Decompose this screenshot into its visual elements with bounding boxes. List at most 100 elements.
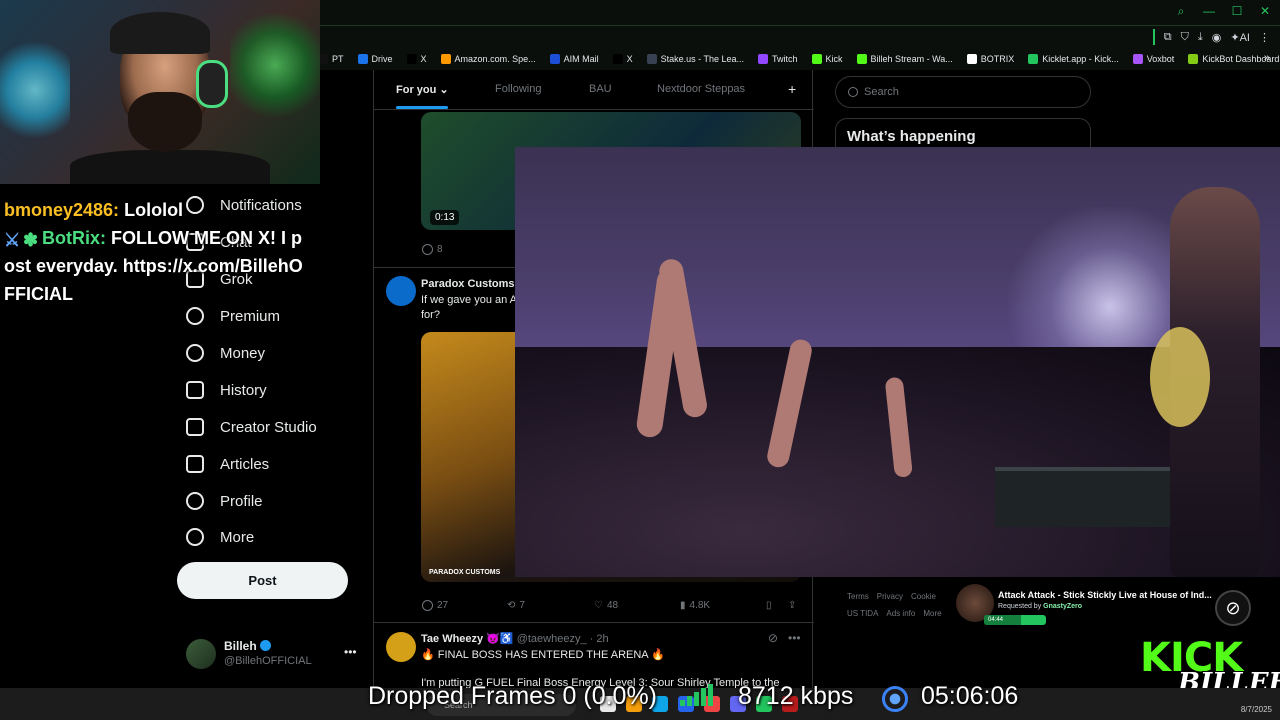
bookmark-item[interactable]: Drive bbox=[357, 54, 393, 64]
bookmark-item[interactable]: Amazon.com. Spe... bbox=[440, 54, 536, 64]
tab-for-you[interactable]: For you ⌄ bbox=[396, 83, 449, 96]
views-button[interactable]: ▮ 4.8K bbox=[680, 600, 710, 611]
bookmark-item[interactable]: AIM Mail bbox=[549, 54, 599, 64]
footer-link[interactable]: Terms bbox=[847, 592, 869, 601]
post-author[interactable]: Tae Wheezy bbox=[421, 633, 483, 645]
post-text-line: 🔥 FINAL BOSS HAS ENTERED THE ARENA 🔥 bbox=[421, 649, 665, 661]
repost-icon: ⟲ bbox=[507, 600, 516, 611]
post-author[interactable]: Paradox Customs bbox=[421, 278, 515, 290]
bot-badge-icon: ✽ bbox=[23, 230, 39, 250]
tab-bau[interactable]: BAU bbox=[589, 83, 612, 95]
bookmark-item[interactable]: Voxbot bbox=[1132, 54, 1174, 64]
now-playing-requester: Requested by GnastyZero bbox=[998, 603, 1082, 610]
reply-icon bbox=[422, 600, 433, 611]
nav-more[interactable]: More bbox=[186, 522, 254, 552]
search-placeholder: Search bbox=[864, 86, 899, 98]
extensions-icon[interactable]: ⧉ bbox=[1164, 31, 1172, 44]
reply-button[interactable]: 27 bbox=[422, 600, 448, 611]
post-handle[interactable]: @taewheezy_ bbox=[517, 633, 587, 645]
footer-link[interactable]: Privacy bbox=[877, 592, 903, 601]
avatar[interactable] bbox=[386, 276, 416, 306]
maximize-icon[interactable]: ☐ bbox=[1230, 4, 1244, 19]
tab-nextdoor-steppas[interactable]: Nextdoor Steppas bbox=[657, 83, 745, 95]
footer-link[interactable]: More bbox=[923, 609, 941, 618]
bookmark-item[interactable]: X bbox=[406, 54, 427, 64]
bookmark-item[interactable]: PT bbox=[318, 54, 344, 64]
more-dots-icon[interactable]: ••• bbox=[788, 631, 801, 645]
search-icon[interactable]: ⌕ bbox=[1174, 4, 1188, 19]
nav-profile[interactable]: Profile bbox=[186, 486, 263, 516]
nav-history[interactable]: History bbox=[186, 375, 267, 405]
chart-icon: ▮ bbox=[680, 600, 686, 611]
avatar bbox=[186, 639, 216, 669]
close-icon[interactable]: ✕ bbox=[1258, 4, 1272, 19]
bookmark-item[interactable]: Kicklet.app - Kick... bbox=[1028, 54, 1119, 64]
share-button[interactable]: ⇪ bbox=[788, 600, 796, 611]
add-tab-icon[interactable]: + bbox=[788, 81, 796, 97]
bookmark-favicon-icon bbox=[811, 54, 822, 64]
bookmark-label: Amazon.com. Spe... bbox=[454, 54, 536, 64]
more-dots-icon[interactable]: ••• bbox=[344, 645, 357, 659]
bookmark-label: Drive bbox=[371, 54, 393, 64]
menu-icon[interactable]: ⋮ bbox=[1259, 31, 1270, 44]
bookmark-label: Billeh Stream - Wa... bbox=[870, 54, 953, 64]
bookmark-favicon-icon bbox=[758, 54, 769, 64]
grok-icon[interactable]: ⊘ bbox=[768, 631, 778, 645]
dropped-frames: Dropped Frames 0 (0.0%) bbox=[368, 682, 658, 710]
footer-link[interactable]: Cookie bbox=[911, 592, 936, 601]
shield-icon[interactable]: ⛉ bbox=[1181, 31, 1189, 44]
nav-articles[interactable]: Articles bbox=[186, 449, 269, 479]
tray-date: 8/7/2025 bbox=[1240, 705, 1272, 714]
minimize-icon[interactable]: — bbox=[1202, 4, 1216, 19]
post-button[interactable]: Post bbox=[177, 562, 348, 599]
bookmarks-overflow-icon[interactable]: » bbox=[1264, 52, 1270, 64]
bookmark-item[interactable]: Kick bbox=[811, 54, 843, 64]
reply-button[interactable]: 8 bbox=[422, 244, 443, 255]
bookmark-item[interactable]: X bbox=[612, 54, 633, 64]
footer-link[interactable]: Ads info bbox=[886, 609, 915, 618]
post-divider bbox=[374, 622, 814, 623]
chat-username: bmoney2486: bbox=[4, 200, 120, 220]
article-icon bbox=[186, 455, 204, 473]
like-button[interactable]: ♡ 48 bbox=[594, 600, 618, 611]
nav-money[interactable]: Money bbox=[186, 338, 265, 368]
uptime: 05:06:06 bbox=[921, 682, 1019, 710]
repost-button[interactable]: ⟲ 7 bbox=[507, 600, 525, 611]
more-circle-icon bbox=[186, 528, 204, 546]
stage-amp bbox=[995, 467, 1175, 527]
search-input[interactable]: Search bbox=[835, 76, 1091, 108]
system-tray[interactable]: 8/7/2025 bbox=[1241, 692, 1272, 716]
webcam-streamer-beard bbox=[128, 92, 202, 152]
signal-bars-icon bbox=[680, 684, 713, 706]
ai-icon[interactable]: ✦AI bbox=[1230, 31, 1250, 44]
bookmark-button[interactable]: ▯ bbox=[766, 600, 772, 611]
nav-label: Premium bbox=[220, 307, 281, 325]
chat-message: ⚔ ✽ BotRix: FOLLOW ME ON X! I post everyda… bbox=[4, 224, 304, 308]
account-name-row: Billeh bbox=[224, 639, 271, 653]
bookmark-item[interactable]: Stake.us - The Lea... bbox=[646, 54, 744, 64]
bookmark-favicon-icon bbox=[549, 54, 560, 64]
bookmark-item[interactable]: BOTRIX bbox=[966, 54, 1014, 64]
footer-link[interactable]: US TIDA bbox=[847, 609, 878, 618]
avatar[interactable] bbox=[386, 632, 416, 662]
bitrate: 8712 kbps bbox=[738, 682, 854, 710]
account-handle: @BillehOFFICIAL bbox=[224, 655, 312, 667]
bookmark-label: AIM Mail bbox=[563, 54, 599, 64]
tab-following[interactable]: Following bbox=[495, 83, 541, 95]
guitar bbox=[1150, 327, 1210, 427]
rocket-icon bbox=[186, 418, 204, 436]
footer-links: Terms Privacy Cookie US TIDA Ads info More bbox=[847, 588, 967, 622]
concert-video-overlay bbox=[515, 147, 1280, 577]
bookmark-item[interactable]: Twitch bbox=[758, 54, 798, 64]
nav-creator-studio[interactable]: Creator Studio bbox=[186, 412, 317, 442]
profile-icon[interactable]: ◉ bbox=[1212, 31, 1222, 44]
post-text-line: If we gave you an A bbox=[421, 294, 518, 306]
chat-text: Lololol bbox=[124, 200, 184, 220]
bookmark-item[interactable]: Billeh Stream - Wa... bbox=[856, 54, 953, 64]
grok-icon[interactable]: ⊘ bbox=[1215, 590, 1251, 626]
account-switcher[interactable]: Billeh @BillehOFFICIAL ••• bbox=[186, 637, 366, 671]
heart-icon: ♡ bbox=[594, 600, 603, 611]
bookmark-label: X bbox=[626, 54, 633, 64]
nav-label: Money bbox=[220, 344, 266, 362]
download-icon[interactable]: ⤓ bbox=[1198, 31, 1203, 44]
